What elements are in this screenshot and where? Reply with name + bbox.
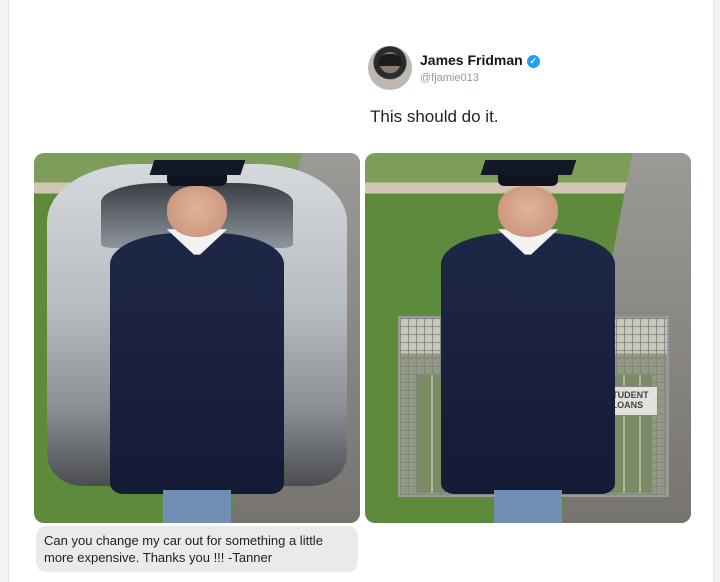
request-caption: Can you change my car out for something … (36, 526, 358, 572)
graduate-person (102, 160, 291, 523)
face (166, 185, 228, 237)
jeans (493, 490, 563, 523)
author-handle[interactable]: @fjamie013 (420, 72, 479, 84)
avatar[interactable] (368, 46, 412, 90)
author-name-text[interactable]: James Fridman (420, 52, 523, 68)
tweet-text: This should do it. (370, 107, 499, 126)
edited-photo[interactable]: STUDENT LOANS (365, 153, 691, 523)
author-name[interactable]: James Fridman ✓ (420, 52, 540, 68)
face (497, 185, 559, 237)
graduation-gown (110, 232, 284, 494)
verified-badge-icon: ✓ (526, 55, 540, 68)
graduation-gown (441, 232, 615, 494)
jeans (162, 490, 232, 523)
graduate-person (433, 160, 622, 523)
original-photo[interactable] (34, 153, 360, 523)
graduation-cap-icon (480, 160, 576, 175)
graduation-cap-icon (149, 160, 245, 175)
